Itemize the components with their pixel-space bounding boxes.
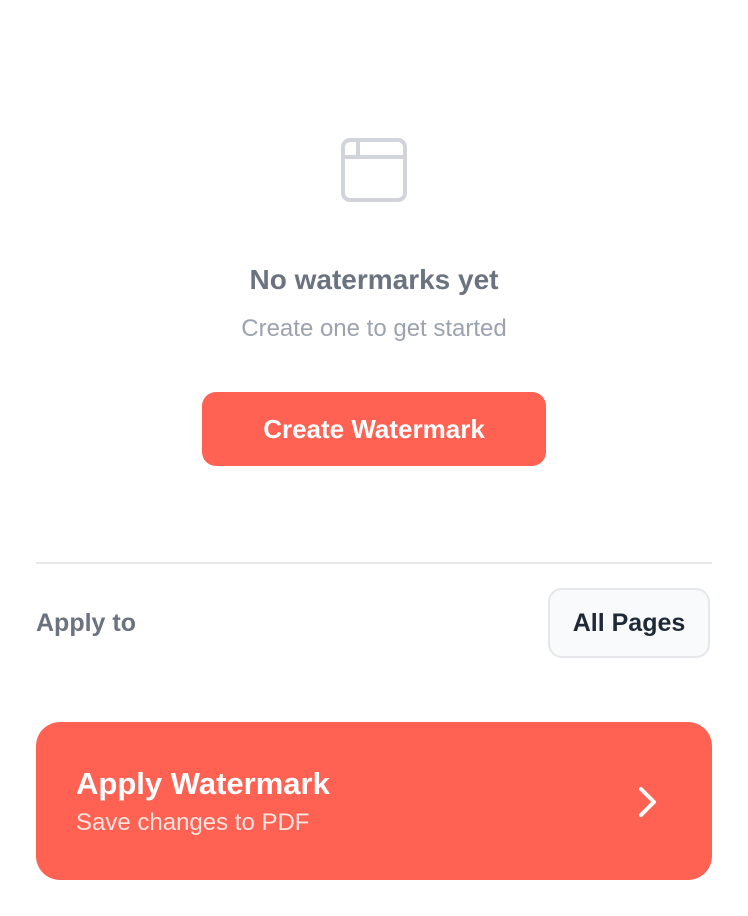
apply-watermark-subtitle: Save changes to PDF <box>76 809 310 836</box>
empty-state-title: No watermarks yet <box>249 264 499 295</box>
pages-select[interactable]: All Pages <box>548 588 710 658</box>
empty-state-subtitle: Create one to get started <box>241 315 507 342</box>
chevron-right-icon <box>639 787 656 817</box>
apply-to-label: Apply to <box>36 609 136 637</box>
divider <box>36 562 712 564</box>
create-watermark-button[interactable]: Create Watermark <box>202 392 546 466</box>
browser-window-icon <box>341 138 407 202</box>
apply-watermark-title: Apply Watermark <box>76 766 330 801</box>
apply-watermark-button[interactable]: Apply Watermark Save changes to PDF <box>36 722 712 880</box>
